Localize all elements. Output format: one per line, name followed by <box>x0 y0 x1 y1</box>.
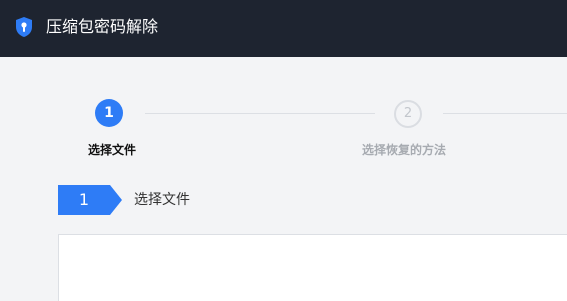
section-number-badge: 1 <box>58 185 122 215</box>
section-header: 1 选择文件 <box>58 185 358 215</box>
shield-key-icon <box>14 16 34 38</box>
title-bar: 压缩包密码解除 <box>0 0 567 57</box>
section-title: 选择文件 <box>134 192 190 208</box>
section-number: 1 <box>78 190 90 209</box>
file-select-area[interactable] <box>58 234 567 301</box>
step-1-label: 选择文件 <box>88 143 137 157</box>
progress-stepper: 1 选择文件 2 选择恢复的方法 <box>0 57 567 177</box>
app-title: 压缩包密码解除 <box>46 17 159 36</box>
step-1-indicator: 1 <box>95 99 123 127</box>
step-connector <box>145 113 375 114</box>
step-2-label: 选择恢复的方法 <box>362 143 447 157</box>
step-connector <box>443 113 567 114</box>
step-2-indicator: 2 <box>394 100 422 128</box>
